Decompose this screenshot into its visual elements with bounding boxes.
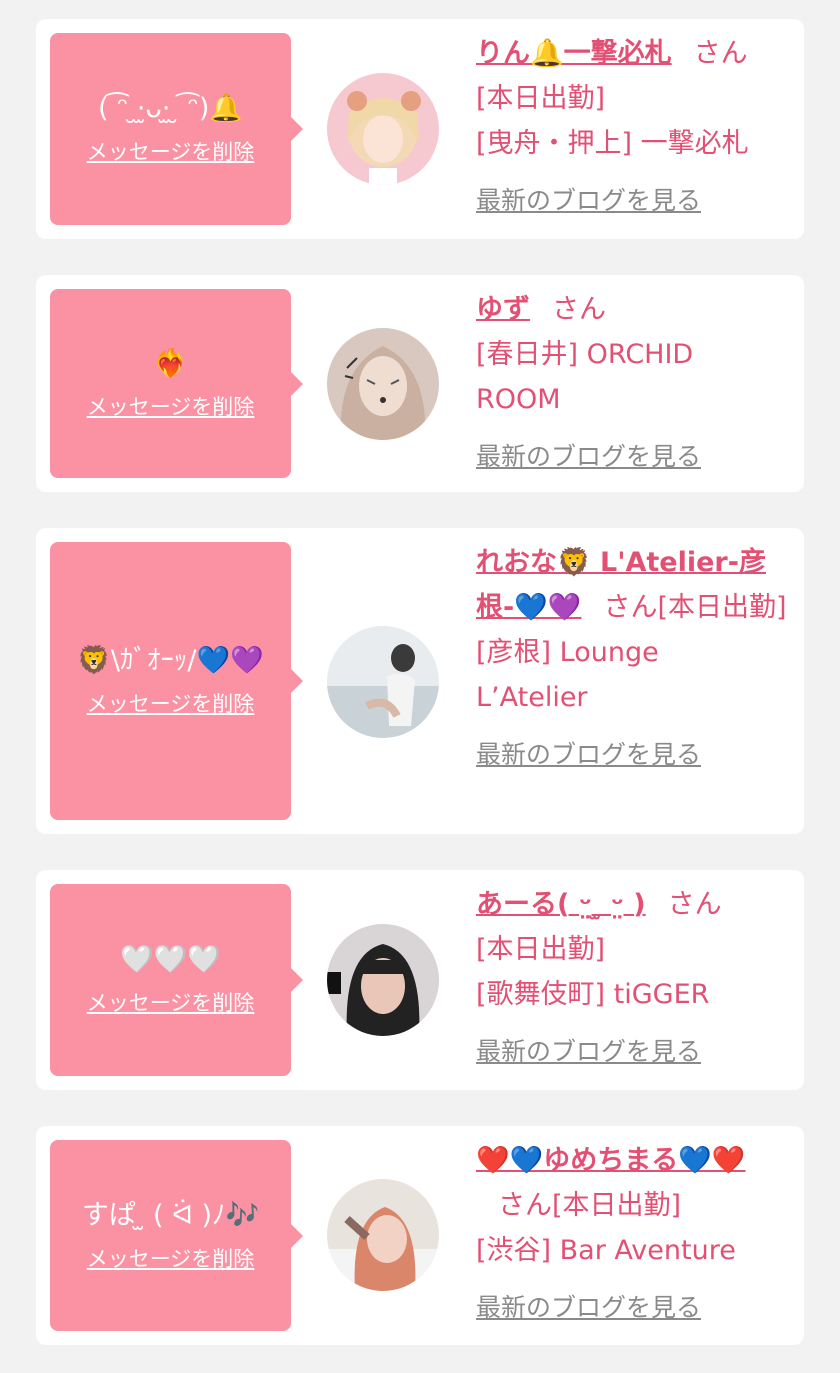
cast-info: りん🔔一撃必札 さん [本日出勤] [曳舟・押上] 一撃必札 最新のブログを見る — [476, 31, 788, 223]
latest-blog-link[interactable]: 最新のブログを見る — [476, 732, 701, 777]
message-bubble: 🦁\ｶﾞｵｰｯ/💙💜 メッセージを削除 — [50, 542, 303, 820]
shop-text: [歌舞伎町] tiGGER — [476, 979, 710, 1010]
cast-name-link[interactable]: りん🔔一撃必札 — [476, 38, 672, 69]
message-text: 🤍🤍🤍 — [120, 944, 221, 975]
message-text: ❤️‍🔥 — [153, 347, 188, 379]
delete-message-link[interactable]: メッセージを削除 — [87, 136, 255, 166]
cast-name-link[interactable]: ❤️💙ゆめちまる💙❤️ — [476, 1145, 745, 1176]
avatar[interactable] — [327, 1179, 439, 1291]
honorific: さん — [603, 592, 658, 623]
shop-text: [春日井] ORCHID ROOM — [476, 339, 694, 415]
message-bubble: ( ͡ᵔ ̮·̫ᴗ·̫ ̮ ͡ᵔ)🔔 メッセージを削除 — [50, 33, 303, 225]
honorific: さん — [693, 38, 748, 69]
status-text: [本日出勤] — [657, 592, 787, 623]
cast-name-link[interactable]: ゆず — [476, 294, 530, 325]
message-bubble: 🤍🤍🤍 メッセージを削除 — [50, 884, 303, 1076]
message-card: ( ͡ᵔ ̮·̫ᴗ·̫ ̮ ͡ᵔ)🔔 メッセージを削除 りん🔔一撃必札 さん [本… — [36, 19, 804, 239]
status-text: [本日出勤] — [476, 934, 606, 965]
shop-text: [彦根] Lounge L’Atelier — [476, 637, 659, 713]
avatar[interactable] — [327, 924, 439, 1036]
message-text: ( ͡ᵔ ̮·̫ᴗ·̫ ̮ ͡ᵔ)🔔 — [97, 93, 244, 124]
status-text: [本日出勤] — [476, 83, 606, 114]
delete-message-link[interactable]: メッセージを削除 — [87, 391, 255, 421]
delete-message-link[interactable]: メッセージを削除 — [87, 987, 255, 1017]
cast-info: れおな🦁 L'Atelier-彦根-💙💜 さん[本日出勤] [彦根] Lounge… — [476, 540, 788, 777]
message-card: ❤️‍🔥 メッセージを削除 ゆず さん [春日井] ORCHID ROOM 最新の… — [36, 275, 804, 492]
delete-message-link[interactable]: メッセージを削除 — [87, 688, 255, 718]
latest-blog-link[interactable]: 最新のブログを見る — [476, 1285, 701, 1330]
cast-info: ❤️💙ゆめちまる💙❤️ さん[本日出勤] [渋谷] Bar Aventure 最新… — [476, 1138, 788, 1330]
message-card: すぱ ̫ ( ᐛ )ﾉ🎶 メッセージを削除 ❤️💙ゆめちまる💙❤️ さん[本日出勤… — [36, 1126, 804, 1345]
message-bubble: すぱ ̫ ( ᐛ )ﾉ🎶 メッセージを削除 — [50, 1140, 303, 1331]
message-card: 🦁\ｶﾞｵｰｯ/💙💜 メッセージを削除 れおな🦁 L'Atelier-彦根-💙💜… — [36, 528, 804, 834]
message-bubble: ❤️‍🔥 メッセージを削除 — [50, 289, 303, 478]
shop-text: [渋谷] Bar Aventure — [476, 1235, 736, 1266]
latest-blog-link[interactable]: 最新のブログを見る — [476, 434, 701, 479]
avatar[interactable] — [327, 73, 439, 185]
honorific: さん — [498, 1190, 552, 1221]
status-text: [本日出勤] — [552, 1190, 682, 1221]
cast-info: ゆず さん [春日井] ORCHID ROOM 最新のブログを見る — [476, 287, 788, 479]
latest-blog-link[interactable]: 最新のブログを見る — [476, 1029, 701, 1074]
message-text: すぱ ̫ ( ᐛ )ﾉ🎶 — [81, 1199, 260, 1231]
shop-text: [曳舟・押上] 一撃必札 — [476, 128, 749, 159]
latest-blog-link[interactable]: 最新のブログを見る — [476, 178, 701, 223]
delete-message-link[interactable]: メッセージを削除 — [87, 1243, 255, 1273]
honorific: さん — [552, 294, 606, 325]
cast-info: あーる( ᵕ̤ ̫ ᵕ̤ ) さん [本日出勤] [歌舞伎町] tiGGER 最新… — [476, 882, 788, 1074]
honorific: さん — [667, 889, 722, 920]
avatar[interactable] — [327, 328, 439, 440]
cast-name-link[interactable]: あーる( ᵕ̤ ̫ ᵕ̤ ) — [476, 889, 646, 920]
avatar[interactable] — [327, 626, 439, 738]
message-card: 🤍🤍🤍 メッセージを削除 あーる( ᵕ̤ ̫ ᵕ̤ ) さん [本日出勤] [歌舞… — [36, 870, 804, 1090]
message-text: 🦁\ｶﾞｵｰｯ/💙💜 — [77, 645, 264, 676]
